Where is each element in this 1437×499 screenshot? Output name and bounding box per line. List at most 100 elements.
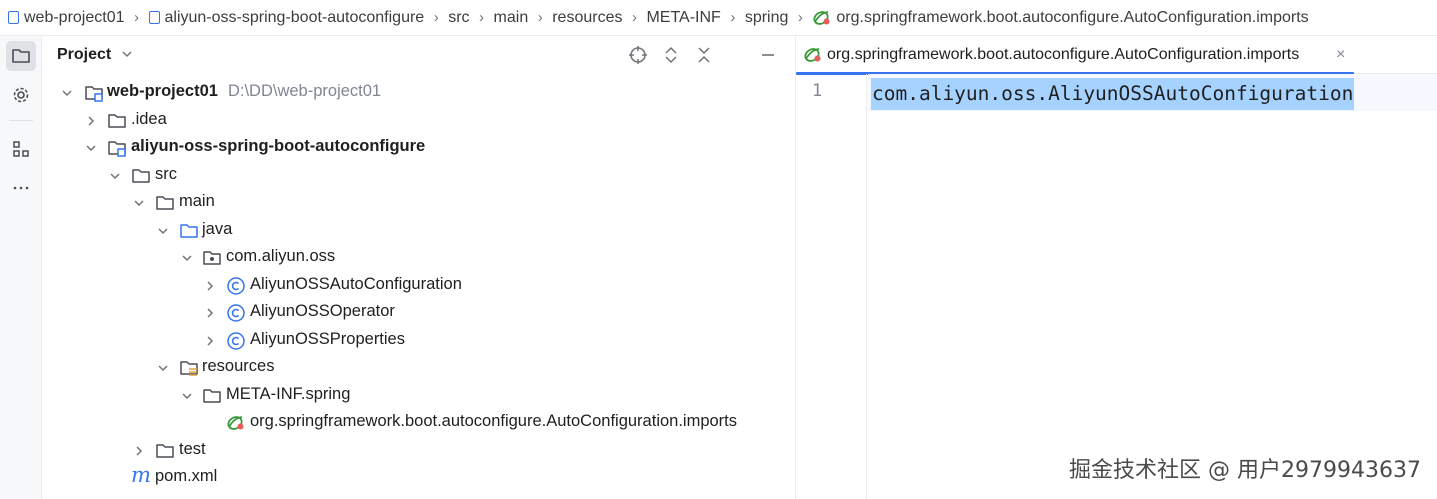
breadcrumb-separator-icon: › [537, 9, 543, 26]
line-number: 1 [812, 81, 823, 101]
breadcrumb-separator-icon: › [479, 9, 485, 26]
folder-icon [132, 169, 150, 183]
chevron-down-icon[interactable] [119, 46, 135, 62]
breadcrumb-item-main[interactable]: main [494, 9, 529, 27]
structure-tool-button[interactable] [6, 134, 36, 164]
project-panel: Project web-project01 D:\DD\web-project01… [42, 36, 795, 499]
chevron-right-icon[interactable] [203, 334, 217, 348]
chevron-right-icon[interactable] [84, 114, 98, 128]
tree-item-autoconfigure-module[interactable]: aliyun-oss-spring-boot-autoconfigure [42, 134, 795, 161]
breadcrumb-item-meta-inf[interactable]: META-INF [646, 9, 720, 27]
editor-tab[interactable]: org.springframework.boot.autoconfigure.A… [796, 36, 1354, 75]
hide-panel-icon[interactable] [757, 44, 779, 66]
breadcrumb-separator-icon: › [134, 9, 139, 26]
editor-tab-bar: org.springframework.boot.autoconfigure.A… [796, 36, 1437, 75]
chevron-down-icon[interactable] [156, 361, 170, 375]
breadcrumb-item-module[interactable]: aliyun-oss-spring-boot-autoconfigure [148, 9, 424, 27]
breadcrumb-item-file[interactable]: org.springframework.boot.autoconfigure.A… [812, 9, 1309, 27]
tree-item-label: src [155, 165, 177, 183]
tree-item-package[interactable]: com.aliyun.oss [42, 244, 795, 271]
breadcrumb-separator-icon: › [797, 9, 803, 26]
tree-item-class[interactable]: AliyunOSSOperator [42, 299, 795, 326]
collapse-all-icon[interactable] [693, 44, 715, 66]
tree-item-main[interactable]: main [42, 189, 795, 216]
tree-item-label: pom.xml [155, 467, 218, 485]
tree-item-class[interactable]: AliyunOSSAutoConfiguration [42, 272, 795, 299]
chevron-right-icon[interactable] [132, 444, 146, 458]
tree-item-label: META-INF.spring [226, 385, 351, 403]
editor-tab-label: org.springframework.boot.autoconfigure.A… [827, 46, 1300, 63]
chevron-down-icon[interactable] [84, 141, 98, 155]
tree-item-label: AliyunOSSOperator [250, 302, 395, 320]
services-tool-button[interactable] [6, 80, 36, 110]
project-path-hint: D:\DD\web-project01 [227, 82, 382, 100]
divider [9, 120, 33, 121]
tree-item-label: test [179, 440, 206, 458]
breadcrumb-item-src[interactable]: src [448, 9, 469, 27]
more-tools-button[interactable] [6, 173, 36, 203]
breadcrumb-separator-icon: › [730, 9, 736, 26]
spring-file-icon [813, 10, 830, 25]
tree-item-label: resources [202, 357, 275, 375]
tool-window-strip [0, 36, 42, 499]
chevron-down-icon[interactable] [132, 196, 146, 210]
tree-item-label: main [179, 192, 215, 210]
chevron-right-icon[interactable] [203, 306, 217, 320]
resources-folder-icon [180, 361, 198, 376]
tree-item-label: com.aliyun.oss [226, 247, 336, 265]
tree-item-web-project01[interactable]: web-project01 D:\DD\web-project01 [42, 79, 795, 106]
tree-item-idea[interactable]: .idea [42, 107, 795, 134]
class-icon [227, 277, 245, 295]
tree-item-meta-inf-spring[interactable]: META-INF.spring [42, 382, 795, 409]
tree-item-src[interactable]: src [42, 162, 795, 189]
chevron-down-icon[interactable] [180, 251, 194, 265]
tree-item-label: org.springframework.boot.autoconfigure.A… [250, 412, 738, 430]
chevron-down-icon[interactable] [60, 86, 74, 100]
more-icon [13, 186, 29, 190]
spring-file-icon [227, 416, 244, 430]
project-panel-header: Project [42, 36, 795, 74]
tree-item-test[interactable]: test [42, 437, 795, 464]
module-folder-icon [108, 141, 126, 157]
breadcrumb-separator-icon: › [631, 9, 637, 26]
folder-icon [203, 389, 221, 403]
tree-item-imports-file[interactable]: org.springframework.boot.autoconfigure.A… [42, 409, 795, 436]
folder-icon [108, 114, 126, 128]
breadcrumb-item-spring[interactable]: spring [745, 9, 789, 27]
chevron-down-icon[interactable] [180, 389, 194, 403]
tree-item-label: .idea [131, 110, 167, 128]
folder-icon [156, 196, 174, 210]
code-line-text[interactable]: com.aliyun.oss.AliyunOSSAutoConfiguratio… [871, 78, 1355, 110]
close-icon[interactable]: × [1336, 46, 1345, 64]
breadcrumb-item-project[interactable]: web-project01 [8, 9, 125, 27]
chevron-right-icon[interactable] [203, 279, 217, 293]
tree-item-pom[interactable]: m pom.xml [42, 464, 795, 491]
watermark: 掘金技术社区 @ 用户2979943637 [1069, 458, 1421, 483]
breadcrumb-separator-icon: › [433, 9, 439, 26]
panel-title[interactable]: Project [57, 46, 111, 64]
tree-item-resources[interactable]: resources [42, 354, 795, 381]
folder-icon [156, 444, 174, 458]
line-gutter [796, 74, 867, 499]
tree-item-label: aliyun-oss-spring-boot-autoconfigure [131, 137, 426, 155]
project-tool-button[interactable] [6, 41, 36, 71]
locate-icon[interactable] [627, 44, 649, 66]
spring-file-icon [804, 48, 821, 62]
chevron-down-icon[interactable] [108, 169, 122, 183]
class-icon [227, 304, 245, 322]
tree-item-label: java [202, 220, 233, 238]
breadcrumb-item-resources[interactable]: resources [552, 9, 622, 27]
breadcrumb: web-project01 › aliyun-oss-spring-boot-a… [0, 0, 1437, 36]
gear-icon [13, 87, 29, 103]
module-icon [148, 11, 160, 24]
folder-icon [12, 49, 30, 63]
tree-item-label: AliyunOSSProperties [250, 330, 405, 348]
tree-item-java[interactable]: java [42, 217, 795, 244]
class-icon [227, 332, 245, 350]
chevron-down-icon[interactable] [156, 224, 170, 238]
tree-item-label: AliyunOSSAutoConfiguration [250, 275, 462, 293]
structure-icon [13, 141, 29, 157]
expand-all-icon[interactable] [660, 44, 682, 66]
tree-item-class[interactable]: AliyunOSSProperties [42, 327, 795, 354]
maven-icon: m [131, 463, 151, 487]
